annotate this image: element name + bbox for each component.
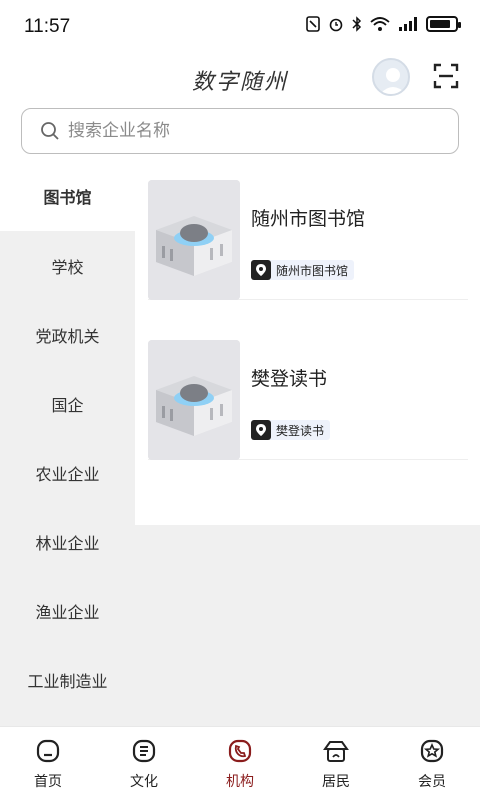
sidebar-item-label: 学校 [51,257,84,277]
sidebar-item-manufacturing[interactable]: 工业制造业 [0,645,135,714]
location-tag-label: 樊登读书 [276,423,325,438]
nav-label: 居民 [322,774,350,790]
sidebar-item-label: 图书馆 [43,187,92,207]
search-box[interactable] [21,108,459,154]
building-image [148,180,240,300]
nav-label: 会员 [418,774,446,790]
search-icon [41,122,59,140]
scan-button[interactable] [432,62,460,90]
institution-list: 随州市图书馆 随州市图书馆 樊登读书 樊登读书 [135,160,480,525]
institution-title: 随州市图书馆 [251,208,366,230]
building-thumbnail [148,180,240,300]
location-pin-icon [251,420,271,440]
list-item[interactable]: 随州市图书馆 随州市图书馆 [148,160,468,300]
bottom-nav: 首页 文化 机构 居民 会员 [0,726,480,800]
location-tag-label: 随州市图书馆 [276,263,349,278]
sidebar-item-school[interactable]: 学校 [0,231,135,300]
sidebar-item-forestry[interactable]: 林业企业 [0,507,135,576]
status-time: 11:57 [24,16,71,37]
sidebar-item-label: 工业制造业 [27,671,108,691]
nav-resident[interactable]: 居民 [288,727,384,800]
resident-icon [323,741,349,762]
sidebar-item-label: 林业企业 [35,533,100,553]
category-sidebar: 图书馆 学校 党政机关 国企 农业企业 林业企业 渔业企业 工业制造业 [0,160,135,726]
sidebar-item-library[interactable]: 图书馆 [0,160,135,231]
member-icon [420,739,444,763]
header: 数字随州 [0,56,480,160]
sidebar-item-government[interactable]: 党政机关 [0,300,135,369]
location-tag: 随州市图书馆 [251,260,355,280]
location-pin-icon [251,260,271,280]
bluetooth-icon [352,16,362,32]
list-item[interactable]: 樊登读书 樊登读书 [148,320,468,460]
search-input[interactable] [68,121,428,141]
status-icons [306,16,461,32]
nav-label: 首页 [34,774,62,790]
sidebar-item-label: 党政机关 [35,326,100,346]
nav-label: 文化 [130,774,158,790]
alarm-icon [329,18,343,32]
signal-icon [399,17,417,31]
nav-institution[interactable]: 机构 [192,727,288,800]
nav-culture[interactable]: 文化 [96,727,192,800]
sidebar-item-label: 国企 [51,395,84,415]
scan-icon [433,63,459,89]
sidebar-item-label: 农业企业 [35,464,100,484]
sidebar-item-agriculture[interactable]: 农业企业 [0,438,135,507]
nav-label: 机构 [226,774,254,790]
culture-icon [132,739,156,763]
status-bar: 11:57 [0,0,480,56]
institution-icon [228,739,252,763]
nav-home[interactable]: 首页 [0,727,96,800]
building-thumbnail [148,340,240,460]
home-icon [36,739,60,763]
sidebar-item-label: 渔业企业 [35,602,100,622]
building-image [148,340,240,460]
battery-icon [426,16,461,32]
institution-title: 樊登读书 [251,368,328,390]
wifi-icon [370,17,390,31]
nfc-icon [306,16,320,32]
sidebar-item-state-enterprise[interactable]: 国企 [0,369,135,438]
location-tag: 樊登读书 [251,420,331,440]
avatar[interactable] [372,58,410,96]
sidebar-item-fishery[interactable]: 渔业企业 [0,576,135,645]
nav-member[interactable]: 会员 [384,727,480,800]
